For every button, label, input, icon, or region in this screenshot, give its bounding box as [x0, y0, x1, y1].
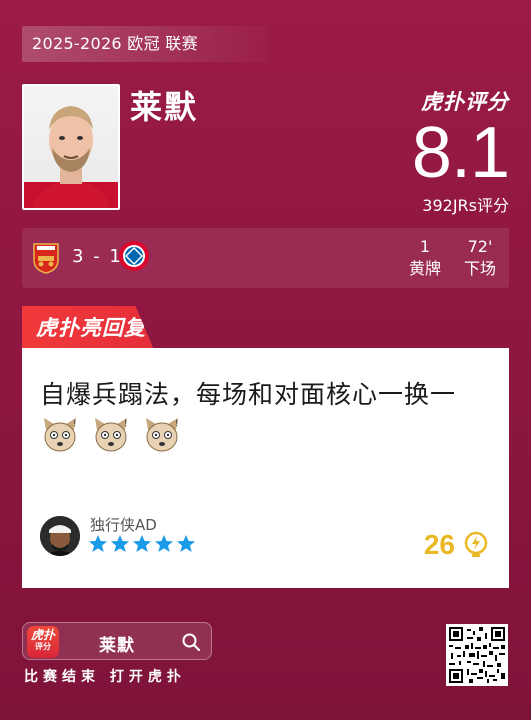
search-term: 莱默: [99, 636, 135, 656]
footer-slogan: 比赛结束 打开虎扑: [24, 669, 186, 685]
stat-value: 72': [467, 237, 493, 256]
star-icon: [155, 535, 173, 552]
star-icon: [89, 535, 107, 552]
emoji-row: ! ! !: [40, 415, 184, 454]
star-rating: [89, 535, 195, 552]
season-label: 2025-2026 欧冠 联赛: [22, 26, 268, 62]
search-icon[interactable]: [181, 632, 201, 652]
user-avatar[interactable]: [40, 516, 80, 556]
hupu-app-icon: 虎扑 评分: [27, 626, 59, 658]
comment-card: 自爆兵蹋法，每场和对面核心一换一 ! ! ! 独行侠AD 26: [22, 348, 509, 588]
svg-text:!: !: [124, 419, 129, 429]
highlight-reply-ribbon: 虎扑亮回复: [22, 306, 154, 350]
stat-label: 黄牌: [408, 259, 441, 278]
svg-text:!: !: [73, 419, 78, 429]
like-button[interactable]: 26: [424, 528, 491, 562]
app-search-bar[interactable]: 虎扑 评分 莱默: [22, 622, 212, 660]
star-icon: [111, 535, 129, 552]
match-summary: 3 - 1 1 黄牌 72' 下场: [22, 228, 509, 288]
app-icon-text: 虎扑: [30, 628, 55, 642]
bayern-crest-icon: [119, 241, 149, 271]
stat-yellow-cards: 1 黄牌: [400, 236, 450, 280]
husky-emoji-icon: !: [94, 417, 129, 451]
player-photo: [22, 84, 120, 210]
arsenal-crest-icon: [33, 243, 59, 274]
rating-score: 8.1: [411, 113, 510, 193]
match-score: 3 - 1: [72, 246, 123, 267]
stat-value: 1: [419, 237, 431, 256]
rating-count: 392JRs评分: [422, 196, 509, 215]
star-icon: [133, 535, 151, 552]
qr-code: [446, 624, 508, 686]
star-icon: [177, 535, 195, 552]
likes-count: 26: [423, 529, 455, 560]
stat-substituted: 72' 下场: [458, 236, 502, 280]
app-icon-subtext: 评分: [35, 642, 51, 651]
comment-body: 自爆兵蹋法，每场和对面核心一换一 ! ! !: [40, 376, 495, 454]
husky-emoji-icon: !: [44, 417, 78, 451]
husky-emoji-icon: !: [145, 417, 180, 451]
lightbulb-icon: [464, 531, 488, 557]
player-name: 莱默: [130, 88, 199, 126]
stat-label: 下场: [463, 259, 496, 278]
comment-username[interactable]: 独行侠AD: [90, 514, 157, 535]
comment-text: 自爆兵蹋法，每场和对面核心一换一: [40, 380, 457, 409]
svg-text:!: !: [175, 419, 180, 429]
